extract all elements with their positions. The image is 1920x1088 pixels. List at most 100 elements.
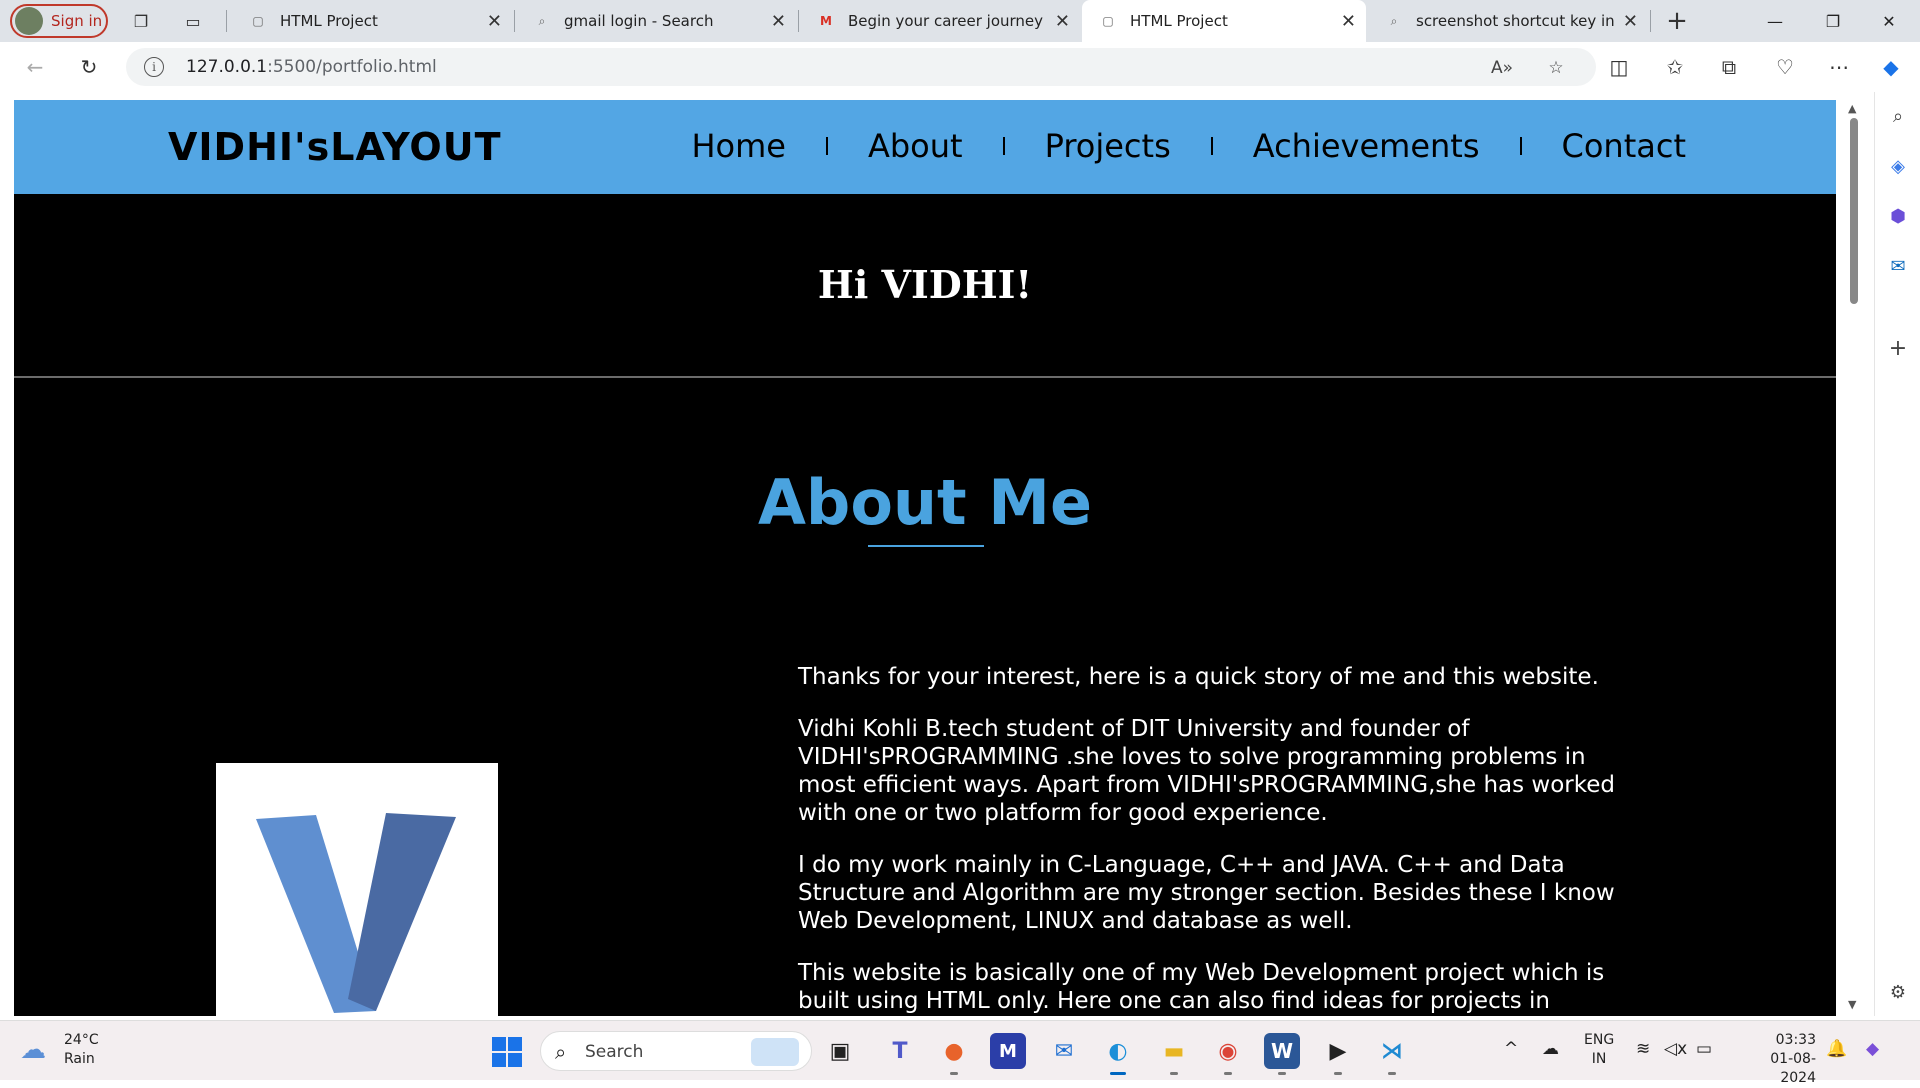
favorites-icon[interactable]: ✩ xyxy=(1662,54,1688,80)
word-icon[interactable]: W xyxy=(1264,1033,1300,1075)
vscode-icon[interactable]: ⋊ xyxy=(1374,1033,1410,1075)
running-indicator xyxy=(1224,1072,1232,1075)
close-icon[interactable]: ✕ xyxy=(487,11,502,32)
windows-logo-pane xyxy=(508,1037,522,1051)
scroll-thumb[interactable] xyxy=(1850,118,1858,304)
add-sidebar-app-icon[interactable]: + xyxy=(1886,336,1910,361)
close-icon[interactable]: ✕ xyxy=(1623,11,1638,32)
tab-divider xyxy=(798,10,799,32)
about-heading: About Me xyxy=(757,466,1093,539)
clock[interactable]: 03:33 01-08-2024 xyxy=(1736,1031,1816,1088)
more-menu-icon[interactable]: ⋯ xyxy=(1826,54,1852,80)
profile-signin-button[interactable]: Sign in xyxy=(10,4,108,38)
window-close-button[interactable]: ✕ xyxy=(1866,6,1912,36)
lang-bottom: IN xyxy=(1591,1051,1607,1067)
address-bar[interactable]: i 127.0.0.1:5500/portfolio.html A» ☆ xyxy=(126,48,1596,86)
hero-section: Hi VIDHI! xyxy=(14,194,1836,378)
chevron-up-icon[interactable]: ^ xyxy=(1504,1039,1518,1059)
math-app-icon[interactable]: M xyxy=(990,1033,1026,1069)
page-icon: ▢ xyxy=(1102,14,1114,28)
browser-essentials-icon[interactable]: ♡ xyxy=(1772,54,1798,80)
url-text[interactable]: 127.0.0.1:5500/portfolio.html xyxy=(186,57,437,77)
copilot-taskbar-icon[interactable]: ◆ xyxy=(1866,1039,1879,1059)
teams-icon[interactable]: T xyxy=(882,1033,918,1069)
nav-achievements-link[interactable]: Achievements xyxy=(1213,126,1520,166)
tab-divider xyxy=(226,10,227,32)
reload-icon[interactable]: ↻ xyxy=(76,54,102,80)
weather-text: 24°C Rain xyxy=(64,1031,99,1069)
onedrive-icon[interactable]: ☁ xyxy=(1542,1039,1559,1059)
chrome-icon[interactable]: ◉ xyxy=(1210,1033,1246,1075)
firefox-icon[interactable]: ● xyxy=(936,1033,972,1075)
back-arrow-icon[interactable]: ← xyxy=(22,54,48,80)
close-icon[interactable]: ✕ xyxy=(1341,11,1356,32)
speaker-muted-icon[interactable]: ◁x xyxy=(1664,1039,1687,1059)
clock-time: 03:33 xyxy=(1775,1032,1816,1048)
read-aloud-icon[interactable]: A» xyxy=(1490,56,1514,80)
site-header: VIDHI'sLAYOUT Home About Projects Achiev… xyxy=(14,100,1836,194)
v-logo-right-stroke xyxy=(348,813,456,1011)
taskbar: ☁ 24°C Rain ⌕ Search ▣ T ● M ✉ ◐ ▬ ◉ W ▶… xyxy=(0,1020,1920,1086)
hero-title: Hi VIDHI! xyxy=(817,262,1033,307)
windows-logo-pane xyxy=(508,1053,522,1067)
edge-icon[interactable]: ◐ xyxy=(1100,1033,1136,1075)
notification-bell-icon[interactable]: 🔔 xyxy=(1826,1039,1847,1059)
heading-underline xyxy=(868,545,984,547)
search-icon[interactable]: ⌕ xyxy=(1886,104,1910,128)
shopping-tag-icon[interactable]: ◈ xyxy=(1886,154,1910,178)
workspaces-icon[interactable]: ❐ xyxy=(130,10,152,32)
lang-top: ENG xyxy=(1584,1032,1615,1048)
file-explorer-icon[interactable]: ▬ xyxy=(1156,1033,1192,1075)
search-highlight-image xyxy=(751,1038,799,1066)
nav-about-link[interactable]: About xyxy=(828,126,1003,166)
start-button[interactable] xyxy=(492,1037,522,1067)
gear-icon[interactable]: ⚙ xyxy=(1886,980,1910,1004)
tab-html-project-active[interactable]: ▢ HTML Project ✕ xyxy=(1082,0,1366,42)
close-icon[interactable]: ✕ xyxy=(1055,11,1070,32)
split-screen-icon[interactable]: ◫ xyxy=(1606,54,1632,80)
tab-strip: Sign in ❐ ▭ ▢ HTML Project ✕ ⌕ gmail log… xyxy=(0,0,1920,42)
site-nav: Home About Projects Achievements Contact xyxy=(651,126,1726,166)
tab-actions-icon[interactable]: ▭ xyxy=(182,10,204,32)
new-tab-button[interactable]: + xyxy=(1666,6,1688,36)
collections-icon[interactable]: ⧉ xyxy=(1716,54,1742,80)
battery-icon[interactable]: ▭ xyxy=(1696,1039,1712,1059)
tab-html-project-1[interactable]: ▢ HTML Project ✕ xyxy=(232,0,512,42)
outlook-icon[interactable]: ✉ xyxy=(1886,254,1910,278)
favorite-star-icon[interactable]: ☆ xyxy=(1544,56,1568,80)
avatar xyxy=(15,7,43,35)
scroll-down-icon[interactable]: ▼ xyxy=(1848,998,1856,1011)
language-indicator[interactable]: ENG IN xyxy=(1584,1031,1614,1069)
copilot-icon[interactable]: ◆ xyxy=(1878,54,1904,80)
clock-date: 01-08-2024 xyxy=(1770,1051,1816,1086)
taskbar-search[interactable]: ⌕ Search xyxy=(540,1031,812,1071)
weather-widget[interactable]: ☁ 24°C Rain xyxy=(20,1031,99,1069)
page-scrollbar[interactable]: ▲ ▼ xyxy=(1842,100,1866,1016)
mail-icon[interactable]: ✉ xyxy=(1046,1033,1082,1069)
tab-gmail-search[interactable]: ⌕ gmail login - Search ✕ xyxy=(516,0,796,42)
site-logo[interactable]: VIDHI'sLAYOUT xyxy=(168,125,502,169)
site-info-icon[interactable]: i xyxy=(144,57,164,77)
about-paragraph: Vidhi Kohli B.tech student of DIT Univer… xyxy=(798,716,1615,826)
tab-divider xyxy=(514,10,515,32)
nav-home-link[interactable]: Home xyxy=(651,126,826,166)
task-view-icon[interactable]: ▣ xyxy=(822,1033,858,1069)
scroll-up-icon[interactable]: ▲ xyxy=(1848,102,1856,115)
url-path: :5500/portfolio.html xyxy=(267,57,437,77)
running-indicator xyxy=(1334,1072,1342,1075)
tab-screenshot-search[interactable]: ⌕ screenshot shortcut key in lapt ✕ xyxy=(1368,0,1648,42)
running-indicator xyxy=(950,1072,958,1075)
nav-projects-link[interactable]: Projects xyxy=(1005,126,1211,166)
m365-icon[interactable]: ⬢ xyxy=(1886,204,1910,228)
close-icon[interactable]: ✕ xyxy=(771,11,786,32)
minimize-button[interactable]: — xyxy=(1752,6,1798,36)
nav-contact-link[interactable]: Contact xyxy=(1522,126,1727,166)
tab-title: gmail login - Search xyxy=(564,12,714,30)
running-indicator xyxy=(1170,1072,1178,1075)
restore-button[interactable]: ❐ xyxy=(1810,6,1856,36)
media-player-icon[interactable]: ▶ xyxy=(1320,1033,1356,1075)
windows-logo-pane xyxy=(492,1037,506,1051)
running-indicator xyxy=(1278,1072,1286,1075)
wifi-icon[interactable]: ≋ xyxy=(1636,1039,1650,1059)
tab-career-journey[interactable]: M Begin your career journey with ✕ xyxy=(800,0,1080,42)
